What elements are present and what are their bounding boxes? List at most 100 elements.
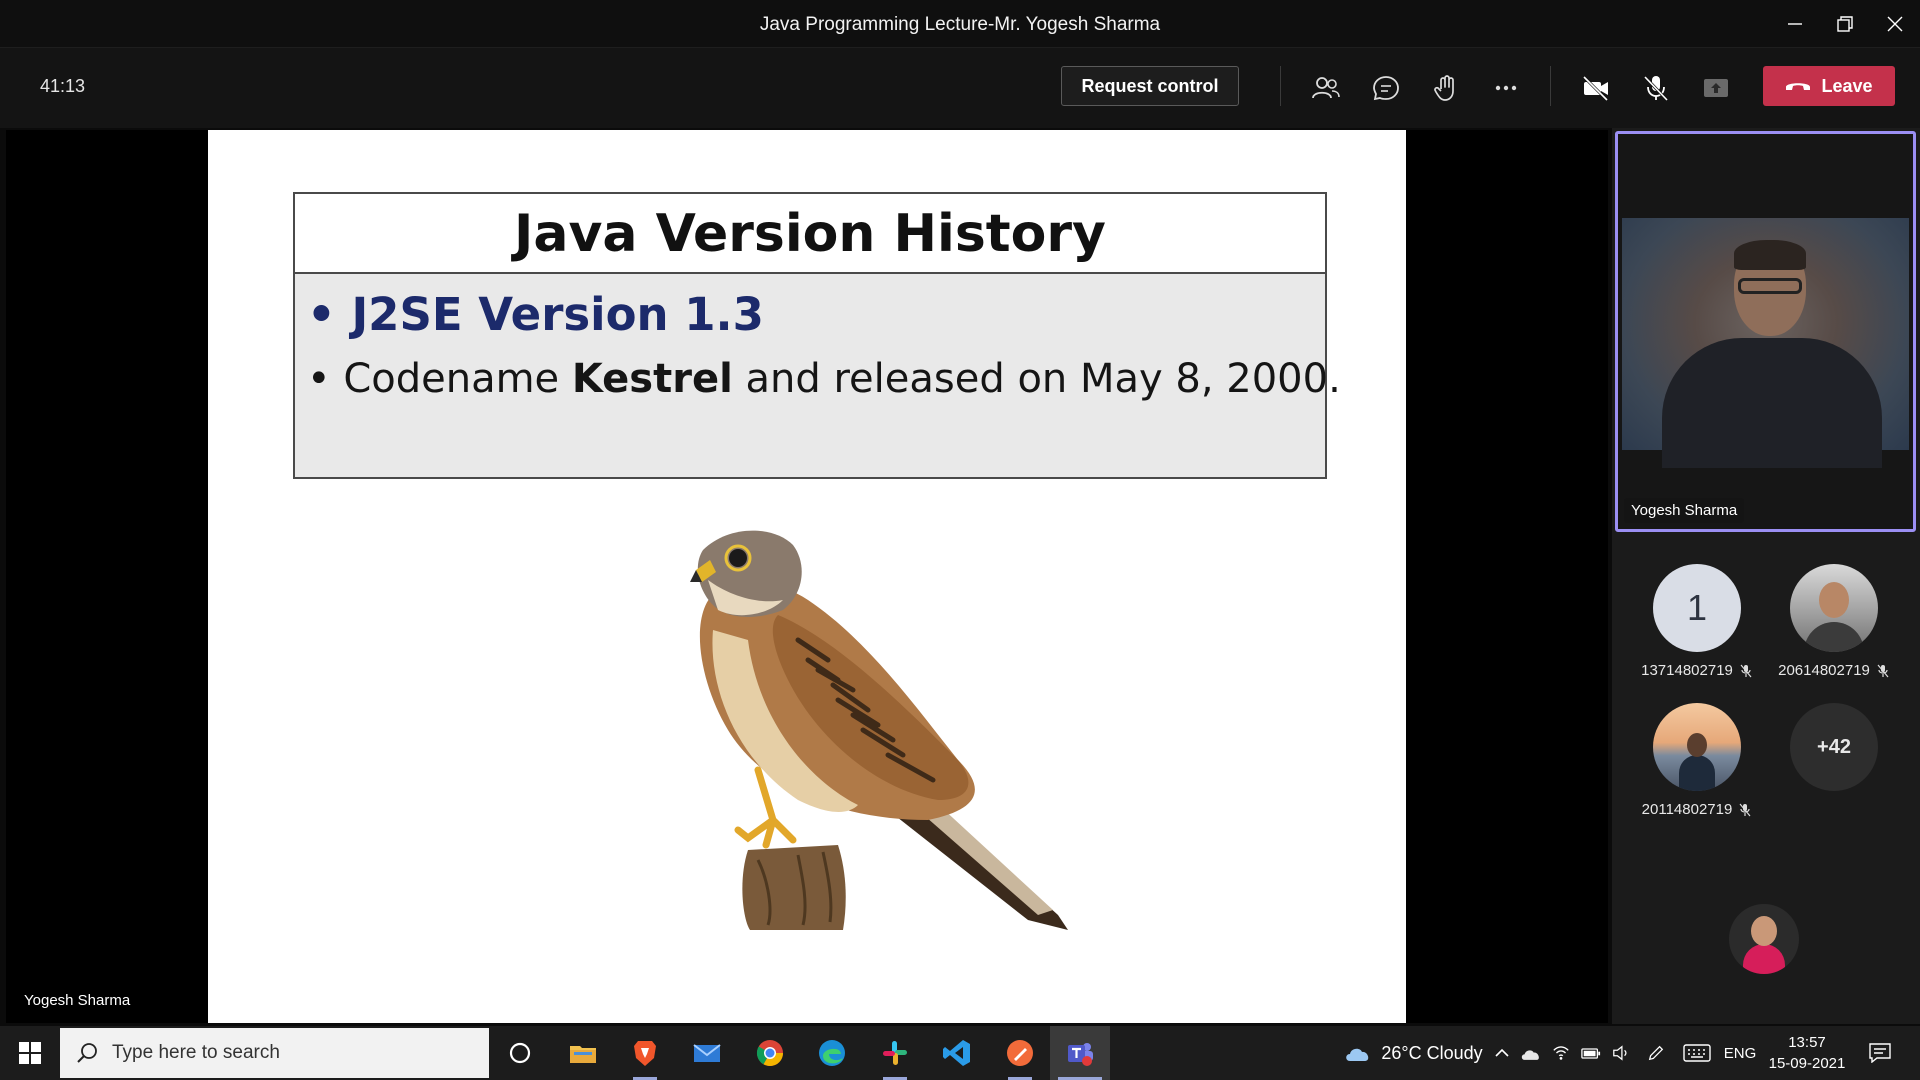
battery-icon [1581,1047,1601,1059]
taskbar-app-chrome[interactable] [750,1026,790,1080]
speaker-icon [1613,1045,1627,1061]
slide-bullet-codename: • Codename Kestrel and released on May 8… [307,356,1341,402]
speaker-video-tile[interactable]: Yogesh Sharma [1615,131,1916,532]
hand-icon [1434,75,1454,101]
mic-off-icon [1739,803,1751,816]
avatar-head [1819,582,1849,618]
weather-widget[interactable]: 26°C Cloudy [1328,1026,1498,1080]
chevron-up-icon [1495,1048,1509,1057]
phone-hangup-icon [1786,83,1811,90]
participant-tile[interactable]: 20114802719 [1627,703,1767,818]
wifi-icon [1553,1046,1569,1060]
participant-name: 13714802719 [1641,662,1733,679]
slide-bullet-version: • J2SE Version 1.3 [307,288,764,341]
language-label: ENG [1723,1044,1757,1062]
restore-button[interactable] [1820,0,1870,48]
avatar-head [1687,733,1707,757]
participant-name: 20114802719 [1641,801,1733,818]
show-hidden-icons-button[interactable] [1490,1026,1514,1080]
title-bar: Java Programming Lecture-Mr. Yogesh Shar… [0,0,1920,48]
cortana-button[interactable] [500,1026,540,1080]
camera-toggle-button[interactable] [1578,70,1614,106]
chat-button[interactable] [1368,70,1404,106]
taskbar-app-postman[interactable] [1000,1026,1040,1080]
cortana-icon [509,1042,531,1064]
taskbar-app-mail[interactable] [687,1026,727,1080]
avatar-head [1751,916,1777,946]
windows-taskbar: 26°C Cloudy ENG 13:57 15-09-2021 [0,1026,1920,1080]
request-control-button[interactable]: Request control [1061,66,1239,106]
avatar [1790,564,1878,652]
search-icon [77,1043,97,1063]
slide-title: Java Version History [295,194,1325,274]
avatar: 1 [1653,564,1741,652]
network-tray-button[interactable] [1548,1026,1574,1080]
taskbar-app-slack[interactable] [875,1026,915,1080]
participant-name-row: 20614802719 [1764,662,1904,679]
slide-bullet-version-text: J2SE Version 1.3 [351,288,764,341]
onedrive-tray-button[interactable] [1518,1026,1544,1080]
taskbar-search-box[interactable] [60,1028,489,1078]
chat-icon [1373,76,1399,101]
people-icon [1312,77,1340,99]
video-person-body [1662,338,1882,468]
cloud-icon [1346,1048,1369,1061]
avatar-body [1743,944,1785,974]
minimize-icon [1788,23,1802,25]
meeting-toolbar: 41:13 Request control Leave [0,48,1920,128]
bullet2-suffix: and released on May 8, 2000. [732,356,1341,402]
participants-button[interactable] [1308,70,1344,106]
minimize-button[interactable] [1770,0,1820,48]
clock-date: 15-09-2021 [1768,1055,1846,1072]
taskbar-clock[interactable]: 13:57 15-09-2021 [1766,1032,1848,1074]
close-button[interactable] [1870,0,1920,48]
bullet2-prefix: Codename [343,356,572,402]
camera-off-icon [1582,75,1609,102]
onedrive-icon [1521,1049,1539,1060]
teams-icon [1068,1043,1093,1066]
chrome-icon [756,1040,784,1067]
taskbar-app-vscode[interactable] [937,1026,977,1080]
video-person-hair [1734,240,1806,270]
window-title: Java Programming Lecture-Mr. Yogesh Shar… [759,14,1161,35]
more-actions-button[interactable] [1488,70,1524,106]
touch-keyboard-button[interactable] [1680,1026,1714,1080]
slide-text-box: Java Version History • J2SE Version 1.3 … [293,192,1341,479]
notifications-button[interactable] [1858,1026,1902,1080]
participant-tile[interactable]: 20614802719 [1764,564,1904,679]
start-button[interactable] [0,1026,60,1080]
avatar-body [1679,755,1715,791]
taskbar-app-brave[interactable] [625,1026,665,1080]
kestrel-image [690,530,1068,930]
leave-button[interactable]: Leave [1763,66,1895,106]
pen-tray-button[interactable] [1642,1026,1670,1080]
folder-icon [570,1046,596,1063]
input-language-button[interactable]: ENG [1718,1026,1762,1080]
mic-toggle-button[interactable] [1638,70,1674,106]
battery-tray-button[interactable] [1578,1026,1604,1080]
edge-icon [819,1040,845,1066]
shared-content-stage[interactable]: Java Version History • J2SE Version 1.3 … [6,130,1608,1023]
vscode-icon [943,1040,970,1066]
more-participants-tile[interactable]: +42 [1764,703,1904,791]
keyboard-icon [1683,1044,1711,1062]
avatar [1729,904,1799,974]
share-screen-icon [1704,79,1728,97]
toolbar-divider [1280,66,1281,106]
mic-off-icon [1877,664,1889,677]
raise-hand-button[interactable] [1428,70,1464,106]
taskbar-app-teams[interactable] [1050,1026,1110,1080]
mail-icon [693,1044,721,1062]
postman-icon [1007,1040,1033,1066]
share-tray-button[interactable] [1698,70,1734,106]
windows-logo-icon [19,1042,41,1064]
participant-tile[interactable]: 1 13714802719 [1627,564,1767,679]
taskbar-app-edge[interactable] [812,1026,852,1080]
search-input[interactable] [112,1042,442,1064]
taskbar-app-file-explorer[interactable] [563,1026,603,1080]
participant-tile[interactable] [1694,904,1834,974]
ellipsis-icon [1495,85,1517,91]
close-icon [1887,16,1903,32]
participant-name-row: 20114802719 [1627,801,1767,818]
volume-tray-button[interactable] [1608,1026,1634,1080]
